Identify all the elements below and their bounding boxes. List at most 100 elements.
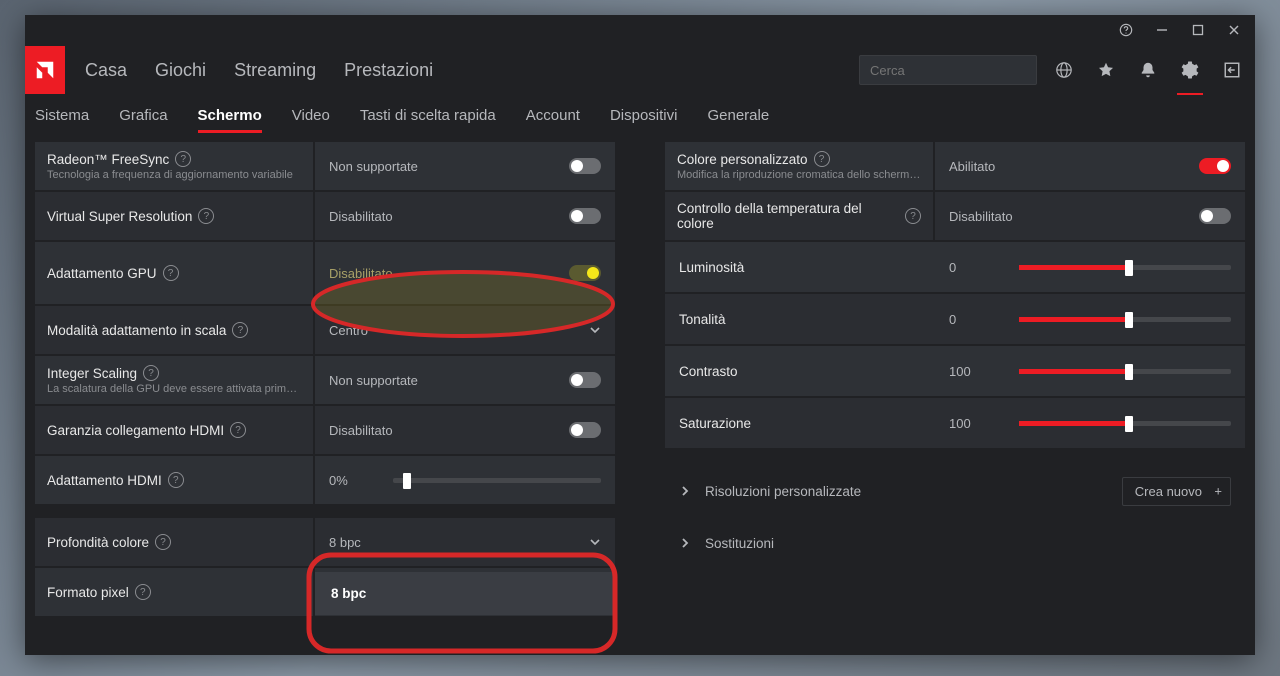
row-color-depth: Profondità colore? 8 bpc bbox=[35, 518, 615, 566]
scaling-mode-value: Centro bbox=[329, 323, 368, 338]
integer-toggle[interactable] bbox=[569, 372, 601, 388]
app-window: Casa Giochi Streaming Prestazioni Sistem… bbox=[25, 15, 1255, 655]
row-color-temp: Controllo della temperatura del colore? … bbox=[665, 192, 1245, 240]
saturation-value: 100 bbox=[949, 416, 1019, 431]
tab-account[interactable]: Account bbox=[526, 107, 580, 132]
row-integer-scaling: Integer Scaling? La scalatura della GPU … bbox=[35, 356, 615, 404]
search-box[interactable] bbox=[859, 55, 1037, 85]
color-temp-label: Controllo della temperatura del colore bbox=[677, 201, 899, 231]
content-area: Radeon™ FreeSync? Tecnologia a frequenza… bbox=[25, 142, 1255, 655]
chevron-down-icon bbox=[589, 536, 601, 548]
tab-hotkeys[interactable]: Tasti di scelta rapida bbox=[360, 107, 496, 132]
chevron-right-icon bbox=[679, 537, 691, 549]
help-icon[interactable]: ? bbox=[905, 208, 921, 224]
chevron-right-icon bbox=[679, 485, 691, 497]
tab-grafica[interactable]: Grafica bbox=[119, 107, 167, 132]
row-gpu-scaling: Adattamento GPU? Disabilitato bbox=[35, 242, 615, 304]
row-hdmi-adapt: Adattamento HDMI? 0% bbox=[35, 456, 615, 504]
hdmi-link-value: Disabilitato bbox=[329, 423, 393, 438]
nav-streaming[interactable]: Streaming bbox=[234, 60, 316, 81]
amd-logo[interactable] bbox=[25, 46, 65, 94]
help-icon[interactable]: ? bbox=[230, 422, 246, 438]
chevron-down-icon bbox=[589, 324, 601, 336]
row-pixel-format: Formato pixel? 8 bpc bbox=[35, 568, 615, 616]
maximize-button[interactable] bbox=[1191, 23, 1205, 37]
exit-icon[interactable] bbox=[1223, 61, 1241, 79]
custom-res-label: Risoluzioni personalizzate bbox=[705, 484, 861, 499]
scaling-mode-dropdown[interactable]: Centro bbox=[329, 323, 601, 338]
contrast-slider[interactable] bbox=[1019, 369, 1231, 374]
nav-giochi[interactable]: Giochi bbox=[155, 60, 206, 81]
nav-prestazioni[interactable]: Prestazioni bbox=[344, 60, 433, 81]
color-temp-value: Disabilitato bbox=[949, 209, 1013, 224]
bell-icon[interactable] bbox=[1139, 61, 1157, 79]
vsr-toggle[interactable] bbox=[569, 208, 601, 224]
row-overrides[interactable]: Sostituzioni bbox=[665, 518, 1245, 568]
header: Casa Giochi Streaming Prestazioni bbox=[25, 45, 1255, 95]
hdmi-link-label: Garanzia collegamento HDMI bbox=[47, 423, 224, 438]
tab-video[interactable]: Video bbox=[292, 107, 330, 132]
contrast-value: 100 bbox=[949, 364, 1019, 379]
help-icon[interactable]: ? bbox=[175, 151, 191, 167]
row-vsr: Virtual Super Resolution? Disabilitato bbox=[35, 192, 615, 240]
help-icon[interactable]: ? bbox=[155, 534, 171, 550]
globe-icon[interactable] bbox=[1055, 61, 1073, 79]
gear-icon[interactable] bbox=[1181, 61, 1199, 79]
vsr-value: Disabilitato bbox=[329, 209, 393, 224]
sub-tabs: Sistema Grafica Schermo Video Tasti di s… bbox=[25, 95, 1255, 142]
tab-schermo[interactable]: Schermo bbox=[198, 107, 262, 132]
saturation-label: Saturazione bbox=[679, 416, 949, 431]
hdmi-link-toggle[interactable] bbox=[569, 422, 601, 438]
star-icon[interactable] bbox=[1097, 61, 1115, 79]
vsr-label: Virtual Super Resolution bbox=[47, 209, 192, 224]
color-temp-toggle[interactable] bbox=[1199, 208, 1231, 224]
overrides-label: Sostituzioni bbox=[705, 536, 774, 551]
integer-label: Integer Scaling bbox=[47, 366, 137, 381]
help-icon[interactable]: ? bbox=[814, 151, 830, 167]
custom-color-sub: Modifica la riproduzione cromatica dello… bbox=[677, 169, 921, 181]
help-icon[interactable] bbox=[1119, 23, 1133, 37]
gpu-scaling-label: Adattamento GPU bbox=[47, 266, 157, 281]
help-icon[interactable]: ? bbox=[198, 208, 214, 224]
hue-slider[interactable] bbox=[1019, 317, 1231, 322]
minimize-button[interactable] bbox=[1155, 23, 1169, 37]
help-icon[interactable]: ? bbox=[163, 265, 179, 281]
help-icon[interactable]: ? bbox=[168, 472, 184, 488]
gpu-scaling-toggle[interactable] bbox=[569, 265, 601, 281]
pixel-format-label: Formato pixel bbox=[47, 585, 129, 600]
hdmi-adapt-slider[interactable]: 0% bbox=[329, 473, 601, 488]
freesync-label: Radeon™ FreeSync bbox=[47, 152, 169, 167]
row-freesync: Radeon™ FreeSync? Tecnologia a frequenza… bbox=[35, 142, 615, 190]
scaling-mode-label: Modalità adattamento in scala bbox=[47, 323, 226, 338]
brightness-slider[interactable] bbox=[1019, 265, 1231, 270]
help-icon[interactable]: ? bbox=[135, 584, 151, 600]
help-icon[interactable]: ? bbox=[143, 365, 159, 381]
tab-sistema[interactable]: Sistema bbox=[35, 107, 89, 132]
integer-sub: La scalatura della GPU deve essere attiv… bbox=[47, 383, 301, 395]
gpu-scaling-value: Disabilitato bbox=[329, 266, 393, 281]
row-custom-res[interactable]: Risoluzioni personalizzate Crea nuovo + bbox=[665, 466, 1245, 516]
custom-color-value: Abilitato bbox=[949, 159, 995, 174]
titlebar bbox=[25, 15, 1255, 45]
freesync-toggle[interactable] bbox=[569, 158, 601, 174]
saturation-slider[interactable] bbox=[1019, 421, 1231, 426]
tab-dispositivi[interactable]: Dispositivi bbox=[610, 107, 678, 132]
color-depth-option[interactable]: 8 bpc bbox=[315, 572, 615, 615]
search-input[interactable] bbox=[868, 62, 1048, 79]
help-icon[interactable]: ? bbox=[232, 322, 248, 338]
row-brightness: Luminosità 0 bbox=[665, 242, 1245, 292]
create-new-button[interactable]: Crea nuovo + bbox=[1122, 477, 1231, 506]
tab-generale[interactable]: Generale bbox=[707, 107, 769, 132]
integer-value: Non supportate bbox=[329, 373, 418, 388]
row-contrast: Contrasto 100 bbox=[665, 346, 1245, 396]
row-saturation: Saturazione 100 bbox=[665, 398, 1245, 448]
right-column: Colore personalizzato? Modifica la ripro… bbox=[665, 142, 1245, 645]
color-depth-dropdown[interactable]: 8 bpc bbox=[329, 535, 601, 550]
custom-color-toggle[interactable] bbox=[1199, 158, 1231, 174]
nav-casa[interactable]: Casa bbox=[85, 60, 127, 81]
brightness-label: Luminosità bbox=[679, 260, 949, 275]
contrast-label: Contrasto bbox=[679, 364, 949, 379]
close-button[interactable] bbox=[1227, 23, 1241, 37]
hdmi-adapt-label: Adattamento HDMI bbox=[47, 473, 162, 488]
row-custom-color: Colore personalizzato? Modifica la ripro… bbox=[665, 142, 1245, 190]
